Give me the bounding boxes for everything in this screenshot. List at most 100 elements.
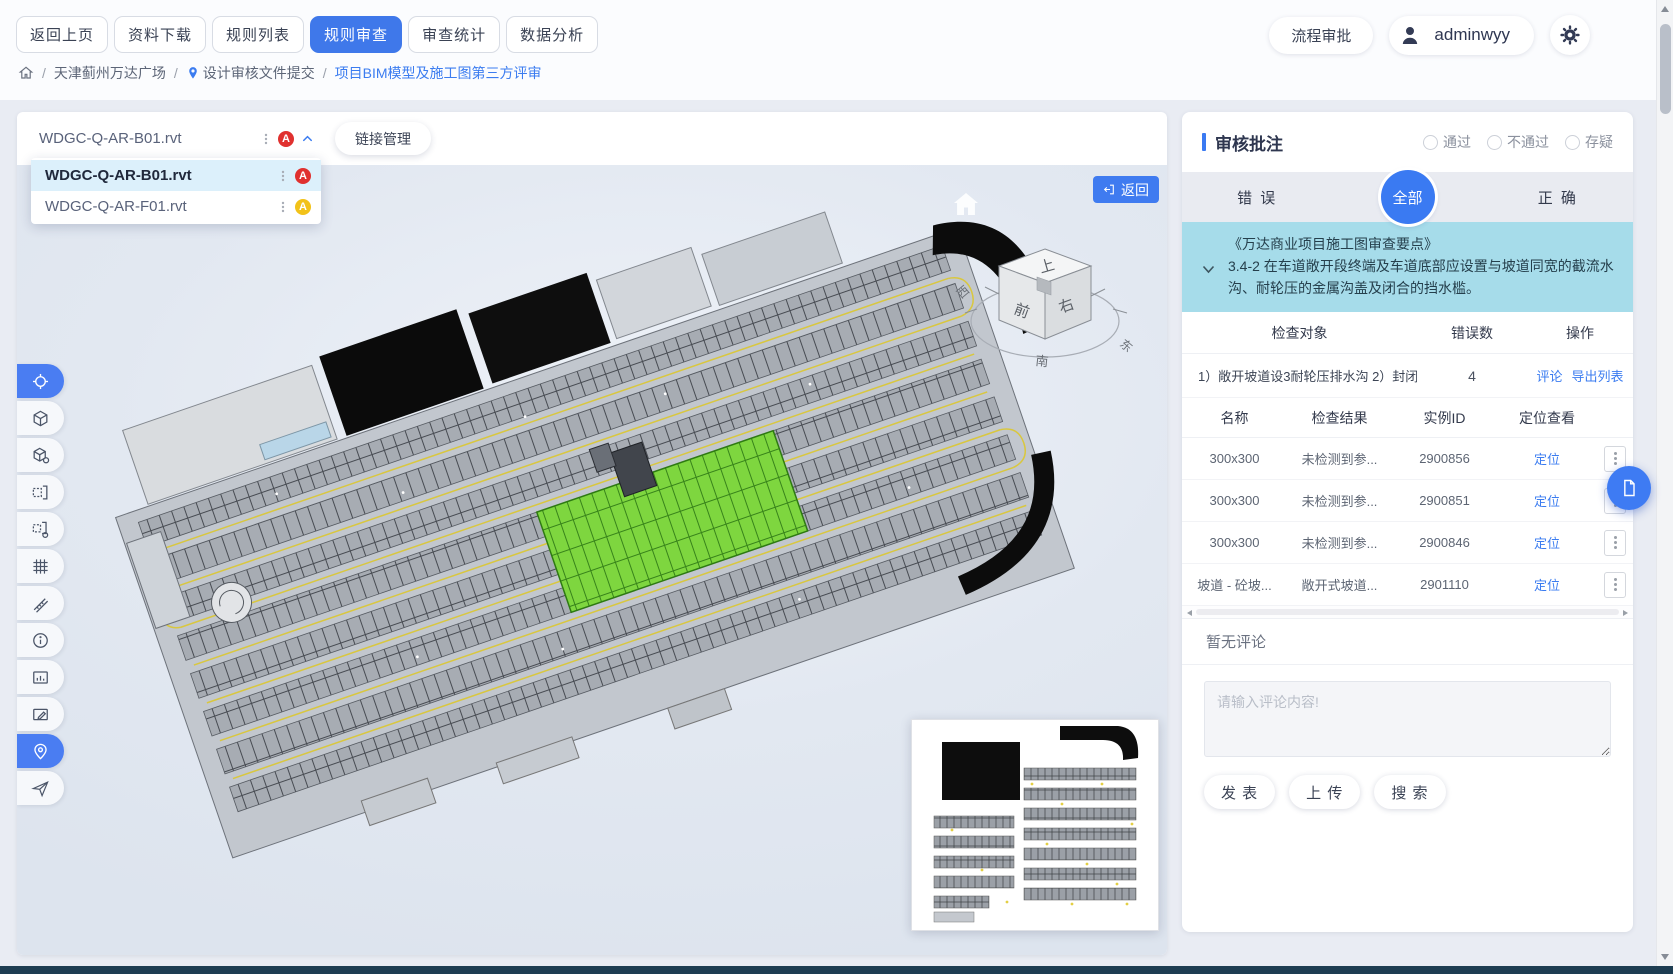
tool-section-box[interactable] [17, 475, 64, 509]
rule-source: 《万达商业项目施工图审查要点》 [1228, 233, 1619, 255]
locate-link[interactable]: 定位 [1534, 452, 1560, 467]
chevron-up-icon[interactable] [300, 131, 315, 146]
gear-icon [1559, 24, 1581, 46]
radio-fail[interactable]: 不通过 [1487, 132, 1549, 152]
tab-back-to-home[interactable]: 返回上页 [16, 16, 108, 53]
page-scrollbar[interactable] [1656, 0, 1673, 966]
viewer-toolbar [17, 364, 64, 808]
check-object-label: 1）敞开坡道设3耐轮压排水沟 2）封闭式 [1182, 366, 1417, 385]
tab-correct[interactable]: 正 确 [1483, 187, 1633, 208]
tab-data-analysis[interactable]: 数据分析 [506, 16, 598, 53]
link-manage-button[interactable]: 链接管理 [335, 122, 431, 155]
measure-ruler-icon [31, 594, 50, 613]
bim-viewer-card: WDGC-Q-AR-B01.rvt A 链接管理 WDGC-Q-AR-B01.r… [17, 112, 1167, 955]
locate-target-icon [31, 372, 50, 391]
breadcrumb: / 天津蓟州万达广场 / 设计审核文件提交 / 项目BIM模型及施工图第三方评审 [18, 63, 542, 83]
comment-link[interactable]: 评论 [1536, 366, 1562, 385]
error-count: 4 [1417, 368, 1527, 384]
tool-info[interactable] [17, 623, 64, 657]
kebab-dots-icon [277, 169, 289, 183]
scroll-down-arrow[interactable] [1661, 954, 1669, 960]
model-file-select[interactable]: WDGC-Q-AR-B01.rvt A [31, 123, 319, 154]
model-file-dropdown: WDGC-Q-AR-B01.rvt A WDGC-Q-AR-F01.rvt A [31, 158, 321, 224]
view-cube[interactable]: 上 前 右 南 西 东 [955, 233, 1140, 373]
publish-button[interactable]: 发 表 [1204, 775, 1275, 809]
window-bottom-edge [0, 966, 1673, 974]
group-table-row: 1）敞开坡道设3耐轮压排水沟 2）封闭式 4 评论 导出列表 [1182, 354, 1633, 398]
tab-all[interactable]: 全部 [1381, 170, 1435, 224]
row-more-button[interactable] [1604, 530, 1626, 556]
flow-approval-button[interactable]: 流程审批 [1269, 17, 1373, 54]
locate-link[interactable]: 定位 [1534, 578, 1560, 593]
user-avatar-icon [1395, 20, 1425, 50]
user-menu[interactable]: adminwyy [1389, 16, 1534, 55]
viewer-back-button[interactable]: 返回 [1093, 176, 1159, 203]
search-button[interactable]: 搜 索 [1374, 775, 1445, 809]
table-row: 坡道 - 砼坡... 敞开式坡道... 2901110 定位 [1182, 564, 1633, 606]
radio-pass[interactable]: 通过 [1423, 132, 1471, 152]
dropdown-item-b01[interactable]: WDGC-Q-AR-B01.rvt A [31, 160, 321, 191]
radio-doubt[interactable]: 存疑 [1565, 132, 1613, 152]
file-status-badge: A [295, 168, 311, 184]
tool-model-cube[interactable] [17, 401, 64, 435]
tool-map-pin[interactable] [17, 734, 64, 768]
tool-measure-ruler[interactable] [17, 586, 64, 620]
info-icon [31, 631, 50, 650]
document-icon [1619, 478, 1639, 498]
export-document-button[interactable] [1607, 466, 1651, 510]
3d-viewport[interactable]: 返回 上 前 右 南 西 东 [17, 165, 1167, 955]
scroll-up-arrow[interactable] [1661, 6, 1669, 12]
file-status-badge: A [278, 131, 294, 147]
no-comment-label: 暂无评论 [1182, 619, 1633, 665]
home-view-icon[interactable] [950, 189, 982, 224]
locate-link[interactable]: 定位 [1534, 494, 1560, 509]
viewcube-south-label: 南 [1035, 353, 1050, 369]
verdict-radio-group: 通过 不通过 存疑 [1423, 132, 1613, 152]
username-label: adminwyy [1434, 25, 1510, 45]
breadcrumb-project[interactable]: 天津蓟州万达广场 [54, 63, 166, 83]
table-row: 300x300 未检测到参... 2900846 定位 [1182, 522, 1633, 564]
chart-board-icon [31, 668, 50, 687]
tool-markup-edit[interactable] [17, 697, 64, 731]
grid-icon [31, 557, 50, 576]
tab-errors[interactable]: 错 误 [1182, 187, 1332, 208]
settings-button[interactable] [1550, 15, 1590, 55]
section-box-icon [31, 483, 50, 502]
comment-input[interactable] [1204, 681, 1611, 757]
tab-rule-review[interactable]: 规则审查 [310, 16, 402, 53]
tool-model-cube-link[interactable] [17, 438, 64, 472]
home-icon[interactable] [18, 65, 34, 81]
tab-review-statistics[interactable]: 审查统计 [408, 16, 500, 53]
export-list-link[interactable]: 导出列表 [1572, 366, 1624, 385]
map-pin-icon [31, 742, 50, 761]
upload-button[interactable]: 上 传 [1289, 775, 1360, 809]
review-annotation-panel: 审核批注 通过 不通过 存疑 错 误 正 确 全部 《万达商业项目施工图审查要点… [1182, 112, 1633, 932]
tool-section-box-link[interactable] [17, 512, 64, 546]
exit-icon [1103, 183, 1116, 196]
scroll-left-arrow[interactable] [1187, 610, 1192, 616]
dropdown-item-f01[interactable]: WDGC-Q-AR-F01.rvt A [31, 191, 321, 222]
scroll-thumb[interactable] [1196, 609, 1619, 615]
rule-text: 3.4-2 在车道敞开段终端及车道底部应设置与坡道同宽的截流水沟、耐轮压的金属沟… [1228, 255, 1619, 299]
tool-grid[interactable] [17, 549, 64, 583]
row-more-button[interactable] [1604, 572, 1626, 598]
kebab-dots-icon [260, 132, 272, 146]
table-horizontal-scrollbar[interactable] [1182, 606, 1633, 619]
page-scroll-thumb[interactable] [1660, 24, 1671, 114]
minimap[interactable] [911, 719, 1159, 931]
table-row: 300x300 未检测到参... 2900851 定位 [1182, 480, 1633, 522]
scroll-right-arrow[interactable] [1623, 610, 1628, 616]
tool-send-plane[interactable] [17, 771, 64, 805]
viewcube-west-label: 西 [955, 283, 972, 301]
collapse-chevron-icon[interactable] [1202, 258, 1215, 280]
file-status-badge: A [295, 199, 311, 215]
tab-rule-list[interactable]: 规则列表 [212, 16, 304, 53]
top-bar: 返回上页 资料下载 规则列表 规则审查 审查统计 数据分析 流程审批 admin… [0, 0, 1656, 100]
tool-locate-target[interactable] [17, 364, 64, 398]
tab-data-download[interactable]: 资料下载 [114, 16, 206, 53]
tool-chart-board[interactable] [17, 660, 64, 694]
locate-link[interactable]: 定位 [1534, 536, 1560, 551]
location-pin-icon [186, 66, 200, 80]
breadcrumb-submit-stage[interactable]: 设计审核文件提交 [186, 63, 315, 83]
panel-title: 审核批注 [1202, 130, 1283, 155]
